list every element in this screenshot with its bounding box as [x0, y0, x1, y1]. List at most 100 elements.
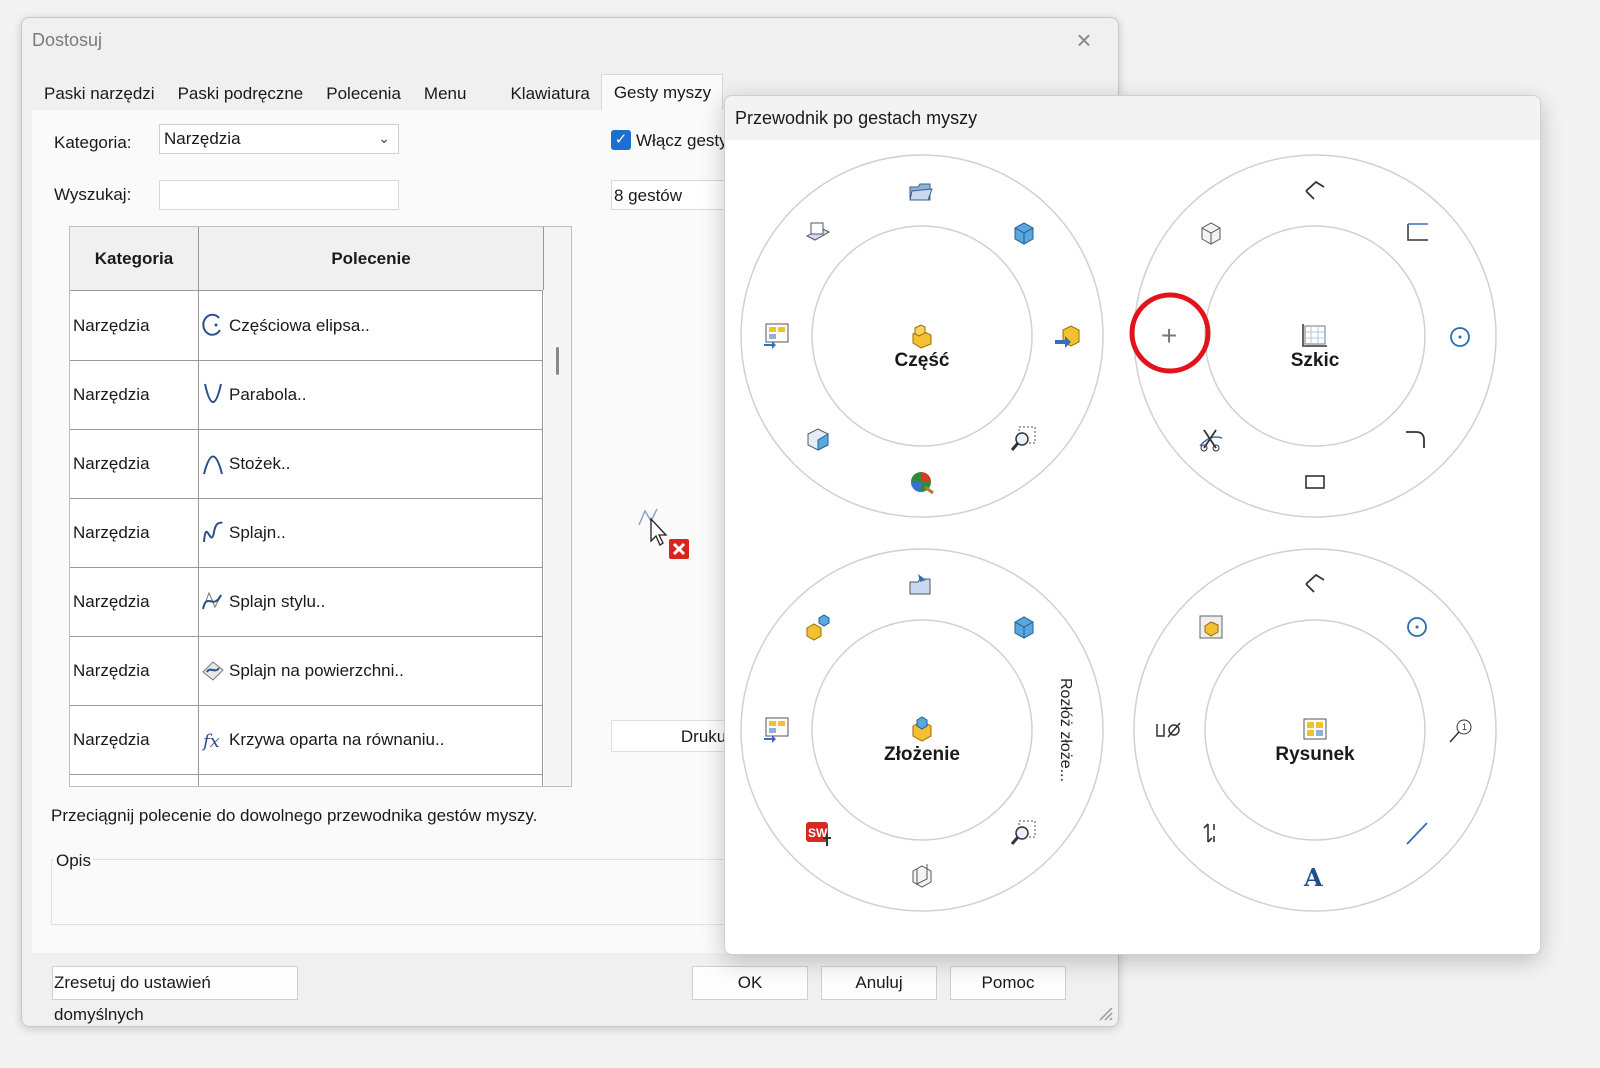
guide-titlebar[interactable]: Przewodnik po gestach myszy: [725, 96, 1540, 140]
trim-icon[interactable]: [1196, 424, 1226, 454]
part-center-icon: [912, 324, 932, 349]
drag-hint: Przeciągnij polecenie do dowolnego przew…: [51, 806, 538, 825]
category-dropdown[interactable]: Narzędzia ⌄: [159, 124, 399, 154]
rectangle-icon[interactable]: [1300, 467, 1330, 497]
table-row[interactable]: Narzędzia Splajn..: [70, 498, 543, 568]
mate-icon[interactable]: [803, 612, 833, 642]
dimension-arrows-icon[interactable]: [1196, 818, 1226, 848]
line-diagonal-icon[interactable]: [1402, 818, 1432, 848]
row-category: Narzędzia: [73, 385, 150, 404]
tab-menu[interactable]: Menu: [412, 78, 499, 112]
line-icon[interactable]: [1300, 177, 1330, 207]
tab-keyboard[interactable]: Klawiatura: [498, 78, 600, 112]
table-scrollbar[interactable]: [544, 227, 571, 786]
wheel-drawing-label: Rysunek: [1275, 744, 1355, 765]
box-view-icon[interactable]: [1196, 218, 1226, 248]
spline-icon: [203, 521, 223, 543]
table-row[interactable]: Narzędzia Stożek..: [70, 429, 543, 499]
row-command: Stożek..: [229, 454, 291, 473]
svg-text:1: 1: [1462, 722, 1467, 732]
sketch-center-icon: [1302, 324, 1327, 347]
part-arrow-icon[interactable]: [1053, 322, 1083, 352]
appearance-icon[interactable]: [907, 467, 937, 497]
category-value: Narzędzia: [164, 129, 241, 148]
enable-gestures-checkbox[interactable]: ✓: [611, 130, 631, 150]
solidworks-icon[interactable]: SW: [803, 818, 833, 848]
view-cube-icon[interactable]: [1009, 218, 1039, 248]
zoom-to-fit-icon[interactable]: [1009, 818, 1039, 848]
normal-to-icon[interactable]: [803, 218, 833, 248]
balloon-icon[interactable]: 1: [1445, 716, 1475, 746]
svg-text:fx: fx: [201, 731, 220, 751]
row-command: Częściowa elipsa..: [229, 316, 370, 335]
tab-bar: Paski narzędzi Paski podręczne Polecenia…: [32, 74, 724, 113]
row-category: Narzędzia: [73, 661, 150, 680]
drag-cursor-icon: [638, 508, 689, 559]
table-row[interactable]: Narzędzia Częściowa elipsa..: [70, 291, 543, 361]
dialog-title: Dostosuj: [32, 30, 103, 50]
corner-rectangle-icon[interactable]: [1402, 218, 1432, 248]
row-category: Narzędzia: [73, 454, 150, 473]
table-row[interactable]: Narzędzia fx Krzywa oparta na równaniu..: [70, 705, 543, 775]
spline-on-surface-icon: [202, 661, 224, 681]
fillet-icon[interactable]: [1402, 424, 1432, 454]
gesture-guide-window: Przewodnik po gestach myszy Część Szkic …: [724, 95, 1541, 955]
reset-defaults-button[interactable]: Zresetuj do ustawień domyślnych: [52, 966, 298, 1024]
enable-gestures-label: Włącz gesty: [636, 131, 728, 150]
header-command[interactable]: Polecenie: [199, 227, 544, 290]
equation-curve-icon: fx: [201, 731, 220, 751]
insert-component-icon[interactable]: [906, 570, 936, 600]
wheel-sketch-label: Szkic: [1290, 350, 1340, 371]
ok-button[interactable]: OK: [692, 966, 808, 1000]
row-category: Narzędzia: [73, 592, 150, 611]
view-cube-icon[interactable]: [1009, 612, 1039, 642]
table-row[interactable]: Narzędzia Splajn na powierzchni..: [70, 636, 543, 706]
row-category: Narzędzia: [73, 316, 150, 335]
highlight-circle: [1129, 292, 1211, 374]
circle-icon[interactable]: [1445, 322, 1475, 352]
assembly-center-icon: [912, 716, 932, 742]
help-button[interactable]: Pomoc: [950, 966, 1066, 1000]
search-label: Wyszukaj:: [54, 185, 132, 204]
tab-commands[interactable]: Polecenia: [314, 78, 412, 112]
note-icon[interactable]: A: [1300, 861, 1330, 891]
parabola-icon: [204, 383, 222, 403]
open-icon[interactable]: [906, 177, 936, 207]
wheel-assembly-label: Złożenie: [883, 744, 960, 765]
partial-ellipse-icon: [202, 313, 221, 336]
table-row[interactable]: Narzędzia Parabola..: [70, 360, 543, 430]
table-header: Kategoria Polecenie: [70, 227, 544, 291]
scrollbar-thumb[interactable]: [556, 347, 559, 375]
header-category[interactable]: Kategoria: [70, 227, 199, 290]
conic-icon: [203, 455, 223, 475]
model-view-icon[interactable]: [1196, 612, 1226, 642]
explode-assembly-label[interactable]: Rozłóż złoże...: [1056, 678, 1074, 782]
description-label: Opis: [54, 851, 93, 871]
row-command: Parabola..: [229, 385, 307, 404]
resize-grip-icon[interactable]: [1096, 1004, 1114, 1022]
style-spline-icon: [202, 591, 222, 610]
hole-callout-icon[interactable]: [1154, 716, 1184, 746]
row-category: Narzędzia: [73, 523, 150, 542]
close-icon[interactable]: ×: [1070, 26, 1098, 54]
table-row[interactable]: Narzędzia Splajn stylu..: [70, 567, 543, 637]
row-command: Krzywa oparta na równaniu..: [229, 730, 445, 749]
wheel-part-label: Część: [894, 350, 950, 371]
cancel-button[interactable]: Anuluj: [821, 966, 937, 1000]
gestures-count-select[interactable]: 8 gestów: [611, 180, 741, 210]
category-label: Kategoria:: [54, 133, 132, 152]
tab-mouse-gestures[interactable]: Gesty myszy: [600, 74, 724, 113]
section-view-icon[interactable]: [907, 861, 937, 891]
svg-text:A: A: [1303, 863, 1323, 891]
table-row[interactable]: [70, 774, 543, 786]
zoom-to-fit-icon[interactable]: [1009, 424, 1039, 454]
isometric-view-icon[interactable]: [803, 424, 833, 454]
line-icon[interactable]: [1300, 570, 1330, 600]
guide-title: Przewodnik po gestach myszy: [735, 108, 978, 128]
tab-toolbars[interactable]: Paski narzędzi: [32, 78, 166, 112]
circle-icon[interactable]: [1402, 612, 1432, 642]
tab-shortcut-bars[interactable]: Paski podręczne: [166, 78, 315, 112]
drawing-from-part-icon[interactable]: [762, 320, 792, 350]
drawing-from-assembly-icon[interactable]: [762, 714, 792, 744]
search-input[interactable]: [159, 180, 399, 210]
